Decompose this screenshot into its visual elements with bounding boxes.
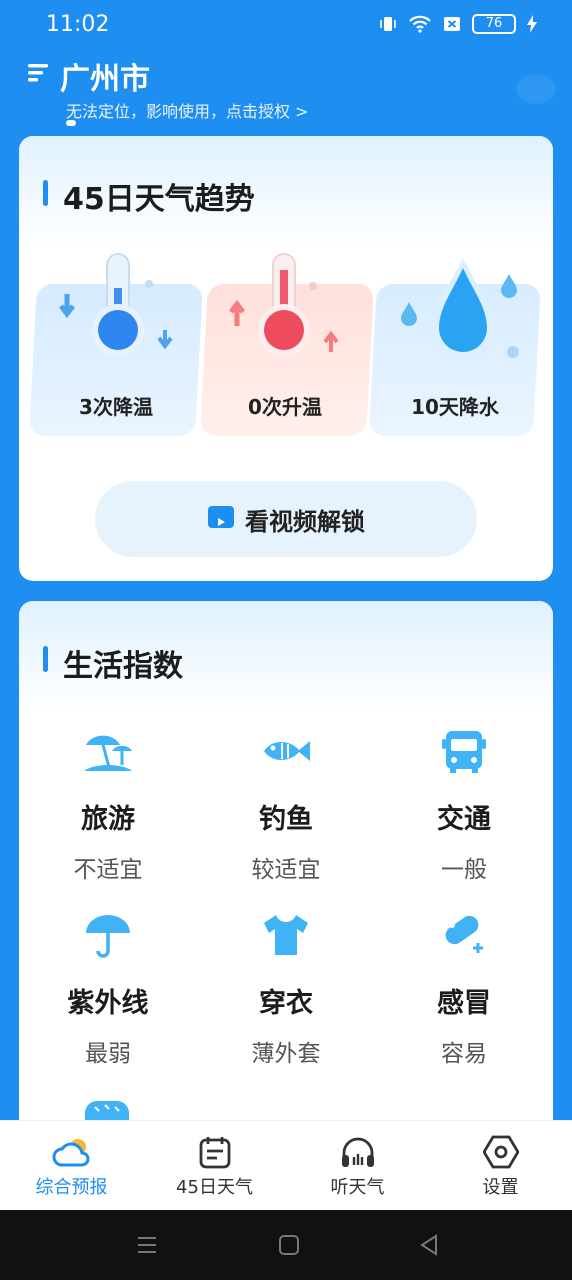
header-decoration — [516, 74, 556, 104]
life-item-uv[interactable]: 紫外线 最弱 — [19, 911, 197, 1068]
tab-label: 综合预报 — [35, 1177, 108, 1198]
charging-icon — [526, 14, 538, 34]
life-item-value: 最弱 — [85, 1041, 131, 1067]
tab-45-day[interactable]: 45日天气 — [143, 1121, 286, 1211]
title-accent-bar — [43, 180, 48, 206]
life-item-cold[interactable]: 感冒 容易 — [375, 911, 553, 1068]
cooling-count: 3次降温 — [79, 395, 153, 419]
raindrop-icon — [397, 254, 527, 368]
beach-umbrella-icon — [19, 727, 197, 775]
home-icon[interactable] — [278, 1234, 300, 1260]
life-item-value: 不适宜 — [73, 857, 143, 883]
life-item-name: 紫外线 — [67, 988, 149, 1019]
page-indicator-dot — [66, 120, 76, 126]
vibrate-icon — [378, 14, 398, 34]
no-sim-icon — [442, 14, 462, 34]
headphones-icon — [286, 1135, 429, 1169]
bottom-nav: 综合预报 45日天气 听天气 设置 — [0, 1120, 572, 1210]
cloud-sun-icon — [0, 1135, 143, 1169]
tab-label: 45日天气 — [176, 1177, 253, 1198]
life-item-name: 穿衣 — [259, 988, 313, 1019]
tshirt-icon — [197, 911, 375, 959]
rain-days: 10天降水 — [411, 395, 499, 419]
title-accent-bar — [43, 646, 48, 672]
menu-icon[interactable] — [28, 62, 50, 88]
life-item-name: 钓鱼 — [259, 804, 313, 835]
bus-icon — [375, 727, 553, 775]
life-item-fishing[interactable]: 钓鱼 较适宜 — [197, 727, 375, 884]
settings-hex-icon — [429, 1135, 572, 1169]
life-item-travel[interactable]: 旅游 不适宜 — [19, 727, 197, 884]
ad-video-icon — [207, 505, 235, 533]
life-item-value: 较适宜 — [251, 857, 321, 883]
city-name[interactable]: 广州市 — [60, 54, 150, 98]
battery-indicator: 76 — [472, 14, 516, 34]
system-nav-bar — [0, 1210, 572, 1280]
tab-label: 听天气 — [330, 1177, 385, 1198]
fish-icon — [197, 727, 375, 775]
tab-forecast[interactable]: 综合预报 — [0, 1121, 143, 1211]
wifi-icon — [408, 14, 432, 34]
header: 广州市 无法定位，影响使用，点击授权 > — [0, 52, 572, 132]
life-item-clothing[interactable]: 穿衣 薄外套 — [197, 911, 375, 1068]
umbrella-icon — [19, 911, 197, 959]
status-bar: 11:02 76 — [0, 0, 572, 50]
tab-settings[interactable]: 设置 — [429, 1121, 572, 1211]
trend-card: 45日天气趋势 3次降温 0次升温 10天降水 看视频解锁 — [19, 136, 553, 581]
back-icon[interactable] — [418, 1234, 440, 1260]
trend-title: 45日天气趋势 — [63, 182, 255, 217]
life-item-value: 薄外套 — [251, 1041, 321, 1067]
status-time: 11:02 — [46, 12, 110, 37]
tab-label: 设置 — [482, 1177, 519, 1198]
life-item-name: 感冒 — [437, 988, 491, 1019]
thermometer-cold-icon — [59, 248, 179, 368]
watch-video-unlock-button[interactable]: 看视频解锁 — [95, 481, 477, 557]
location-permission-link[interactable]: 无法定位，影响使用，点击授权 > — [66, 98, 309, 122]
recent-apps-icon[interactable] — [136, 1234, 158, 1260]
status-icons: 76 — [378, 14, 538, 34]
calendar-icon — [143, 1135, 286, 1169]
life-index-card: 生活指数 旅游 不适宜 钓鱼 较适宜 交通 一般 紫外线 最弱 穿衣 薄外套 感… — [19, 601, 553, 1161]
pill-icon — [375, 911, 553, 959]
life-title: 生活指数 — [63, 649, 183, 684]
life-item-value: 一般 — [441, 857, 487, 883]
tab-listen[interactable]: 听天气 — [286, 1121, 429, 1211]
life-item-value: 容易 — [441, 1041, 487, 1067]
thermometer-hot-icon — [225, 248, 345, 368]
life-item-name: 交通 — [437, 804, 491, 835]
life-item-traffic[interactable]: 交通 一般 — [375, 727, 553, 884]
life-item-name: 旅游 — [81, 804, 135, 835]
warming-count: 0次升温 — [248, 395, 322, 419]
unlock-label: 看视频解锁 — [245, 507, 365, 536]
